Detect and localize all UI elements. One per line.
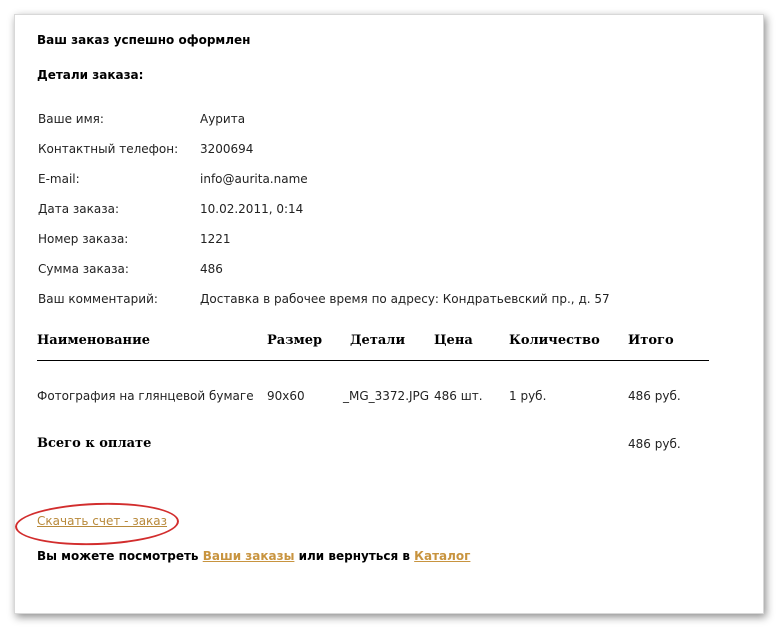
- cell-total: 486 руб.: [628, 389, 681, 403]
- details-heading: Детали заказа:: [37, 68, 144, 82]
- detail-label-phone: Контактный телефон:: [38, 142, 179, 156]
- cell-price: 486 шт.: [434, 389, 483, 403]
- footer-navigation-text: Вы можете посмотреть Ваши заказы или вер…: [37, 549, 470, 563]
- my-orders-link[interactable]: Ваши заказы: [203, 549, 295, 563]
- cell-details: _MG_3372.JPG: [343, 389, 430, 403]
- order-confirmation-panel: Ваш заказ успешно оформлен Детали заказа…: [14, 14, 764, 614]
- column-header-price: Цена: [434, 333, 473, 348]
- detail-value-date: 10.02.2011, 0:14: [200, 202, 304, 216]
- grand-total-value: 486 руб.: [628, 437, 681, 451]
- column-header-total: Итого: [628, 333, 674, 348]
- detail-value-email: info@aurita.name: [200, 172, 308, 186]
- detail-label-email: E-mail:: [38, 172, 80, 186]
- detail-label-comment: Ваш комментарий:: [38, 292, 158, 306]
- detail-label-date: Дата заказа:: [38, 202, 119, 216]
- detail-value-phone: 3200694: [200, 142, 254, 156]
- cell-item-name: Фотография на глянцевой бумаге: [37, 389, 254, 403]
- cell-size: 90x60: [267, 389, 305, 403]
- download-invoice-link[interactable]: Скачать счет - заказ: [37, 514, 167, 528]
- column-header-details: Детали: [350, 333, 406, 348]
- detail-value-comment: Доставка в рабочее время по адресу: Конд…: [200, 292, 610, 306]
- column-header-name: Наименование: [37, 333, 150, 348]
- column-header-size: Размер: [267, 333, 323, 348]
- table-header-divider: [37, 360, 709, 361]
- footer-middle: или вернуться в: [298, 549, 410, 563]
- detail-value-name: Аурита: [200, 112, 246, 126]
- detail-label-sum: Сумма заказа:: [38, 262, 129, 276]
- footer-prefix: Вы можете посмотреть: [37, 549, 199, 563]
- detail-label-name: Ваше имя:: [38, 112, 104, 126]
- detail-label-order-number: Номер заказа:: [38, 232, 129, 246]
- detail-value-sum: 486: [200, 262, 223, 276]
- catalog-link[interactable]: Каталог: [414, 549, 470, 563]
- grand-total-label: Всего к оплате: [37, 436, 152, 451]
- cell-quantity: 1 руб.: [509, 389, 547, 403]
- detail-value-order-number: 1221: [200, 232, 231, 246]
- column-header-quantity: Количество: [509, 333, 600, 348]
- page-title: Ваш заказ успешно оформлен: [37, 33, 251, 47]
